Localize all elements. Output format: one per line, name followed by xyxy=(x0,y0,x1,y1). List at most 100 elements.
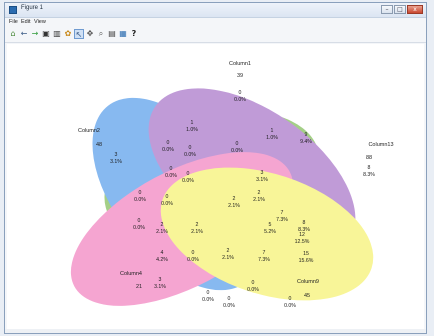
region-count: 0 xyxy=(228,296,231,302)
region-percent: 0.0% xyxy=(187,257,199,263)
region-percent: 0.0% xyxy=(247,287,259,293)
desktop-frame: Figure 1 – □ x File Edit View ⌂ ← → ▣ ▥ … xyxy=(0,0,434,336)
region-count: 0 xyxy=(138,218,141,224)
region-percent: 8.3% xyxy=(363,172,375,178)
region-percent: 7.3% xyxy=(258,257,270,263)
title-bar[interactable]: Figure 1 – □ x xyxy=(5,3,426,18)
region-percent: 2.1% xyxy=(228,203,240,209)
figure-canvas: Column1 39 Column2 48 Column13 88 Column… xyxy=(7,44,424,331)
region-count: 2 xyxy=(233,196,236,202)
set-label-col2: Column2 xyxy=(78,128,100,134)
region-percent: 3.1% xyxy=(154,284,166,290)
set-count-col13: 88 xyxy=(366,155,372,161)
region-percent: 0.0% xyxy=(133,225,145,231)
set-label-col13: Column13 xyxy=(368,142,393,148)
region-percent: 0.0% xyxy=(182,178,194,184)
region-count: 0 xyxy=(170,166,173,172)
back-icon[interactable]: ← xyxy=(19,29,29,39)
camera-icon[interactable]: ▣ xyxy=(41,29,51,39)
region-count: 7 xyxy=(263,250,266,256)
set-count-col4: 21 xyxy=(136,284,142,290)
region-count: 0 xyxy=(189,145,192,151)
toolbar: ⌂ ← → ▣ ▥ ✿ ↖ ✥ ⌕ ▤ ▦ ? xyxy=(5,27,426,43)
zoom-icon[interactable]: ⌕ xyxy=(96,29,106,39)
region-percent: 2.1% xyxy=(222,255,234,261)
region-count: 0 xyxy=(166,194,169,200)
save-icon[interactable]: ▦ xyxy=(118,29,128,39)
region-percent: 0.0% xyxy=(234,97,246,103)
set-count-col2: 48 xyxy=(96,142,102,148)
region-percent: 2.1% xyxy=(253,197,265,203)
region-percent: 1.0% xyxy=(266,135,278,141)
app-icon xyxy=(9,6,17,14)
region-percent: 0.0% xyxy=(202,297,214,303)
region-count: 0 xyxy=(289,296,292,302)
figure-window: Figure 1 – □ x File Edit View ⌂ ← → ▣ ▥ … xyxy=(4,2,427,334)
pointer-icon[interactable]: ↖ xyxy=(74,29,84,39)
region-percent: 5.2% xyxy=(264,229,276,235)
set-label-col1: Column1 xyxy=(229,61,251,67)
home-icon[interactable]: ⌂ xyxy=(8,29,18,39)
minimize-button[interactable]: – xyxy=(381,5,393,14)
region-count: 0 xyxy=(207,290,210,296)
close-button[interactable]: x xyxy=(407,5,423,14)
set-count-col1: 39 xyxy=(237,73,243,79)
region-percent: 0.0% xyxy=(223,303,235,309)
region-count: 0 xyxy=(139,190,142,196)
region-count: 3 xyxy=(115,152,118,158)
region-count: 2 xyxy=(258,190,261,196)
menu-file[interactable]: File xyxy=(9,19,18,25)
region-count: 3 xyxy=(159,277,162,283)
region-percent: 2.1% xyxy=(191,229,203,235)
region-percent: 7.3% xyxy=(276,217,288,223)
region-count: 1 xyxy=(271,128,274,134)
chart-icon[interactable]: ▥ xyxy=(52,29,62,39)
region-count: 0 xyxy=(187,171,190,177)
region-count: 8 xyxy=(303,220,306,226)
region-percent: 0.0% xyxy=(184,152,196,158)
region-count: 2 xyxy=(227,248,230,254)
menu-view[interactable]: View xyxy=(34,19,46,25)
region-count: 0 xyxy=(167,140,170,146)
region-percent: 3.1% xyxy=(110,159,122,165)
region-percent: 4.2% xyxy=(156,257,168,263)
region-percent: 15.6% xyxy=(299,258,314,264)
region-percent: 0.0% xyxy=(162,147,174,153)
region-percent: 9.4% xyxy=(300,139,312,145)
region-percent: 0.0% xyxy=(231,148,243,154)
region-count: 4 xyxy=(161,250,164,256)
region-count: 0 xyxy=(236,141,239,147)
region-percent: 1.0% xyxy=(186,127,198,133)
set-label-col4: Column4 xyxy=(120,271,142,277)
region-percent: 3.1% xyxy=(256,177,268,183)
region-count: 15 xyxy=(303,251,309,257)
venn-diagram: Column1 39 Column2 48 Column13 88 Column… xyxy=(70,61,394,309)
region-count: 9 xyxy=(305,132,308,138)
window-title: Figure 1 xyxy=(21,5,44,11)
region-count: 8 xyxy=(368,165,371,171)
status-bar xyxy=(5,329,426,333)
region-percent: 0.0% xyxy=(134,197,146,203)
region-percent: 0.0% xyxy=(165,173,177,179)
region-count: 12 xyxy=(299,232,305,238)
region-count: 0 xyxy=(239,90,242,96)
region-count: 3 xyxy=(261,170,264,176)
maximize-button[interactable]: □ xyxy=(394,5,406,14)
colorwheel-icon[interactable]: ✿ xyxy=(63,29,73,39)
region-percent: 2.1% xyxy=(156,229,168,235)
window-controls: – □ x xyxy=(381,5,423,15)
region-count: 2 xyxy=(196,222,199,228)
set-label-col9: Column9 xyxy=(297,279,319,285)
region-percent: 0.0% xyxy=(284,303,296,309)
menu-edit[interactable]: Edit xyxy=(21,19,30,25)
subplot-icon[interactable]: ▤ xyxy=(107,29,117,39)
forward-icon[interactable]: → xyxy=(30,29,40,39)
region-percent: 0.0% xyxy=(161,201,173,207)
help-icon[interactable]: ? xyxy=(129,29,139,39)
region-percent: 12.5% xyxy=(295,239,310,245)
region-count: 7 xyxy=(281,210,284,216)
pan-icon[interactable]: ✥ xyxy=(85,29,95,39)
region-count: 2 xyxy=(161,222,164,228)
region-count: 1 xyxy=(191,120,194,126)
region-count: 0 xyxy=(252,280,255,286)
